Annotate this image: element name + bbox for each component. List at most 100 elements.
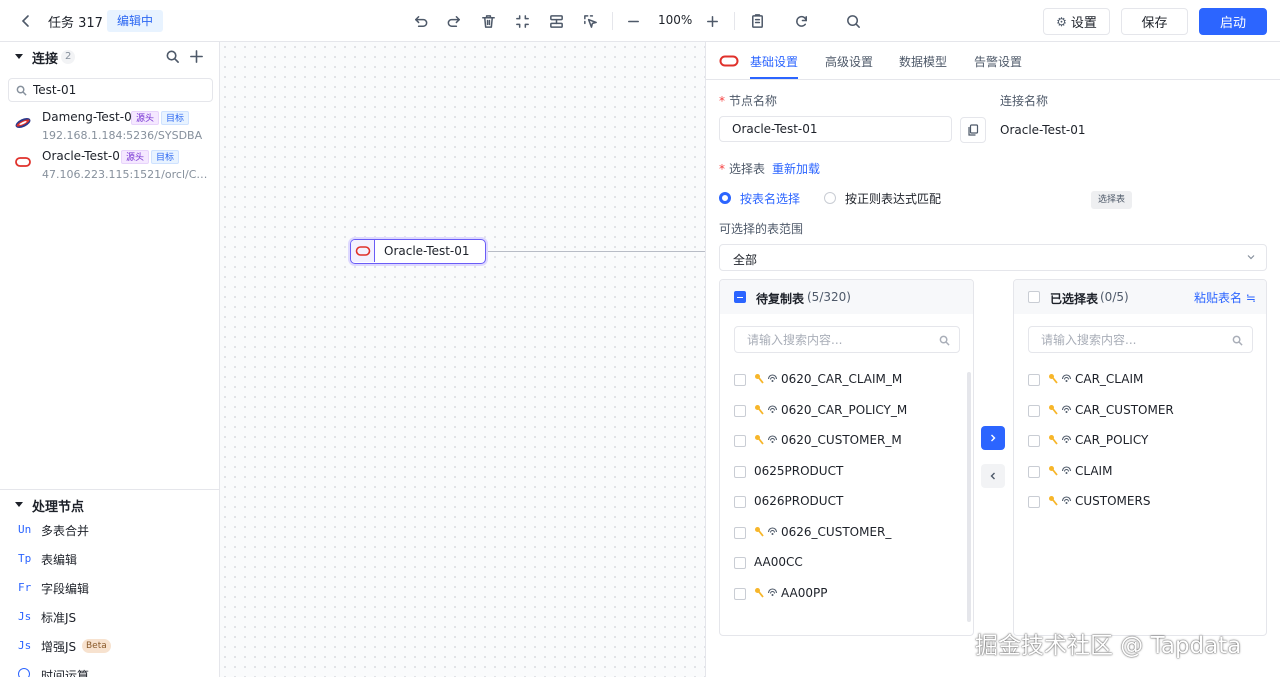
- zoom-out-icon[interactable]: [622, 10, 644, 32]
- row-checkbox[interactable]: [1028, 404, 1040, 417]
- tab-data-model[interactable]: 数据模型: [899, 53, 947, 70]
- start-button[interactable]: 启动: [1199, 8, 1267, 35]
- node-config-panel: 基础设置 高级设置 数据模型 告警设置 * 节点名称 连接名称 Oracle-Te…: [705, 42, 1280, 677]
- node-name-input[interactable]: Oracle-Test-01: [719, 116, 952, 142]
- table-row[interactable]: 0620_CAR_CLAIM_M: [720, 365, 973, 395]
- toolbar-divider: [612, 12, 613, 30]
- row-checkbox[interactable]: [734, 557, 746, 569]
- processors-section-header[interactable]: 处理节点: [0, 490, 220, 518]
- node-label: Oracle-Test-01: [384, 244, 470, 258]
- row-checkbox[interactable]: [734, 587, 746, 600]
- selected-search-box[interactable]: [1028, 326, 1253, 353]
- table-row[interactable]: 0620_CAR_POLICY_M: [720, 396, 973, 426]
- table-row[interactable]: AA00PP: [720, 579, 973, 609]
- search-icon[interactable]: [842, 10, 864, 32]
- primary-key-icon: [755, 435, 764, 445]
- processor-item[interactable]: Fr 字段编辑: [0, 577, 220, 601]
- tab-advanced-settings[interactable]: 高级设置: [825, 53, 873, 70]
- row-checkbox[interactable]: [734, 526, 746, 539]
- row-checkbox[interactable]: [1028, 465, 1040, 478]
- search-icon: [1232, 335, 1243, 346]
- undo-icon[interactable]: [409, 10, 431, 32]
- fit-view-icon[interactable]: [511, 10, 533, 32]
- table-row[interactable]: CLAIM: [1014, 457, 1266, 487]
- add-connection-icon[interactable]: [187, 47, 205, 65]
- table-row[interactable]: CAR_CLAIM: [1014, 365, 1266, 395]
- processor-code: Js: [18, 610, 32, 623]
- processor-item[interactable]: Un 多表合并: [0, 519, 220, 543]
- tab-basic-settings[interactable]: 基础设置: [750, 53, 798, 70]
- save-button[interactable]: 保存: [1121, 8, 1188, 35]
- auto-layout-icon[interactable]: [545, 10, 567, 32]
- row-checkbox[interactable]: [1028, 496, 1040, 508]
- select-all-checkbox[interactable]: [734, 291, 746, 303]
- zoom-in-icon[interactable]: [701, 10, 723, 32]
- redo-icon[interactable]: [443, 10, 465, 32]
- index-icon: [1061, 435, 1072, 443]
- copy-button[interactable]: [960, 117, 986, 143]
- edit-status-badge: 编辑中: [107, 10, 164, 32]
- refresh-icon[interactable]: [790, 10, 812, 32]
- table-row[interactable]: CUSTOMERS: [1014, 487, 1266, 517]
- processor-label: 表编辑: [41, 553, 78, 567]
- table-row[interactable]: 0625PRODUCT: [720, 457, 973, 487]
- select-mode-icon[interactable]: [579, 10, 601, 32]
- reload-link[interactable]: 重新加载: [772, 160, 820, 177]
- connection-item[interactable]: Dameng-Test-01 源头 目标 192.168.1.184:5236/…: [0, 110, 220, 149]
- connection-search-box[interactable]: [8, 78, 213, 102]
- table-row[interactable]: CAR_CUSTOMER: [1014, 396, 1266, 426]
- row-checkbox[interactable]: [734, 435, 746, 447]
- table-name: 0626PRODUCT: [754, 494, 844, 508]
- connections-section-header[interactable]: 连接 2: [0, 42, 220, 70]
- connection-name: Dameng-Test-01: [42, 110, 140, 124]
- primary-key-icon: [755, 526, 764, 537]
- watermark: 掘金技术社区 @ Tapdata: [975, 633, 1242, 659]
- connection-search-input[interactable]: [33, 81, 208, 99]
- search-icon[interactable]: [163, 47, 181, 65]
- table-row[interactable]: 0626PRODUCT: [720, 487, 973, 517]
- back-arrow-icon[interactable]: [16, 11, 36, 31]
- primary-key-icon: [1049, 435, 1058, 445]
- processor-item[interactable]: Js 标准JS: [0, 606, 220, 630]
- selected-search-input[interactable]: [1041, 331, 1211, 349]
- delete-icon[interactable]: [477, 10, 499, 32]
- row-checkbox[interactable]: [734, 404, 746, 417]
- radio-by-name-label[interactable]: 按表名选择: [740, 190, 800, 207]
- oracle-source-node[interactable]: Oracle-Test-01: [350, 239, 486, 264]
- row-checkbox[interactable]: [1028, 374, 1040, 386]
- radio-by-regex[interactable]: [824, 192, 836, 204]
- source-search-input[interactable]: [747, 331, 917, 349]
- processor-item[interactable]: Js 增强JS Beta: [0, 635, 220, 659]
- source-search-box[interactable]: [734, 326, 960, 353]
- row-checkbox[interactable]: [1028, 435, 1040, 447]
- processor-code: Fr: [18, 581, 32, 594]
- zoom-level: 100%: [658, 13, 693, 27]
- processor-label: 标准JS: [41, 611, 77, 625]
- log-document-icon[interactable]: [746, 10, 768, 32]
- table-name: AA00PP: [781, 585, 828, 600]
- table-row[interactable]: 0626_CUSTOMER_: [720, 518, 973, 548]
- move-right-button[interactable]: [981, 426, 1005, 450]
- table-scope-select[interactable]: 全部: [719, 244, 1267, 271]
- processor-item[interactable]: Tp 表编辑: [0, 548, 220, 572]
- select-all-checkbox[interactable]: [1028, 291, 1040, 303]
- settings-button[interactable]: ⚙ 设置: [1043, 8, 1110, 35]
- radio-by-regex-label[interactable]: 按正则表达式匹配: [845, 190, 941, 207]
- connection-name: Oracle-Test-01: [42, 149, 128, 163]
- radio-by-name[interactable]: [719, 192, 731, 204]
- table-row[interactable]: 0620_CUSTOMER_M: [720, 426, 973, 456]
- dag-canvas[interactable]: Oracle-Test-01: [220, 42, 705, 677]
- left-sidebar: 连接 2 Dameng-Test-01 源头 目标 192.168.1.184:…: [0, 42, 220, 677]
- table-name: 0620_CUSTOMER_M: [781, 433, 902, 447]
- row-checkbox[interactable]: [734, 374, 746, 386]
- row-checkbox[interactable]: [734, 465, 746, 478]
- move-left-button[interactable]: [981, 464, 1005, 488]
- scrollbar[interactable]: [967, 372, 971, 622]
- processor-item[interactable]: 时间运算: [0, 664, 220, 677]
- tab-alert-settings[interactable]: 告警设置: [974, 53, 1022, 70]
- connection-item[interactable]: Oracle-Test-01 源头 目标 47.106.223.115:1521…: [0, 149, 220, 188]
- table-row[interactable]: AA00CC: [720, 548, 973, 578]
- table-row[interactable]: CAR_POLICY: [1014, 426, 1266, 456]
- paste-table-names-link[interactable]: 粘贴表名 ≒: [1194, 289, 1256, 306]
- row-checkbox[interactable]: [734, 496, 746, 508]
